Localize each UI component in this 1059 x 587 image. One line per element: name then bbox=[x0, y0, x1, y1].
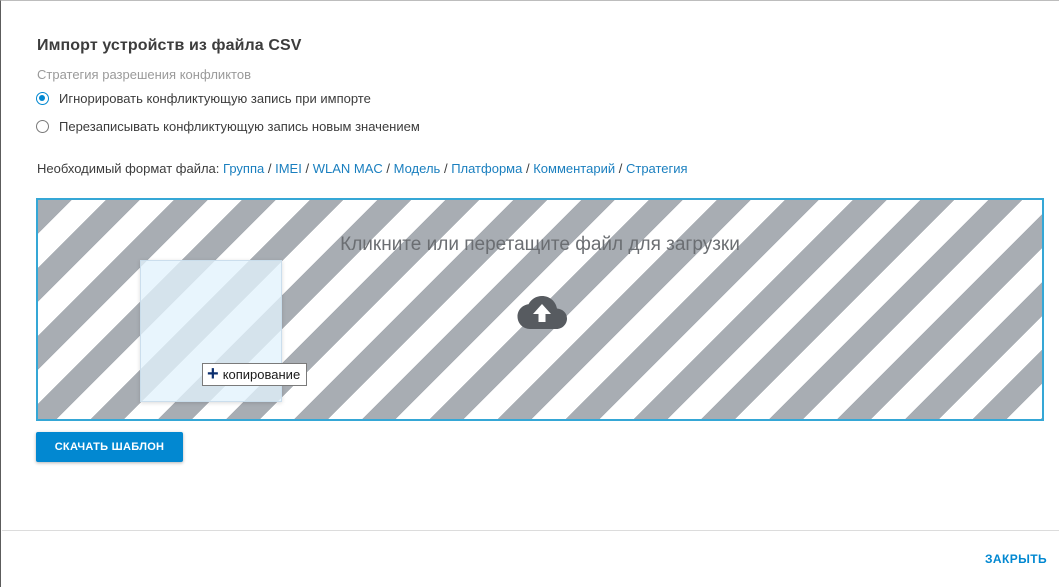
format-field-strategy[interactable]: Стратегия bbox=[626, 161, 688, 176]
download-template-button[interactable]: СКАЧАТЬ ШАБЛОН bbox=[36, 432, 183, 462]
option-overwrite-label: Перезаписывать конфликтующую запись новы… bbox=[59, 119, 420, 134]
dialog-title: Импорт устройств из файла CSV bbox=[37, 37, 302, 54]
format-field-imei[interactable]: IMEI bbox=[275, 161, 302, 176]
format-separator: / bbox=[386, 161, 391, 176]
format-field-model[interactable]: Модель bbox=[394, 161, 441, 176]
format-separator: / bbox=[305, 161, 310, 176]
format-field-comment[interactable]: Комментарий bbox=[533, 161, 615, 176]
format-separator: / bbox=[443, 161, 448, 176]
cloud-upload-icon bbox=[517, 296, 567, 329]
format-separator: / bbox=[525, 161, 530, 176]
drag-copy-label: копирование bbox=[222, 367, 301, 382]
plus-icon: + bbox=[207, 362, 219, 385]
dropzone-text: Кликните или перетащите файл для загрузк… bbox=[340, 234, 740, 255]
import-dialog: Импорт устройств из файла CSV Стратегия … bbox=[0, 0, 1059, 587]
file-dropzone[interactable]: Кликните или перетащите файл для загрузк… bbox=[36, 198, 1044, 421]
format-separator: / bbox=[618, 161, 623, 176]
option-overwrite-conflict[interactable]: Перезаписывать конфликтующую запись новы… bbox=[36, 119, 420, 134]
radio-unchecked-icon[interactable] bbox=[36, 120, 49, 133]
format-separator: / bbox=[267, 161, 272, 176]
format-field-group[interactable]: Группа bbox=[223, 161, 264, 176]
radio-checked-icon[interactable] bbox=[36, 92, 49, 105]
close-button[interactable]: ЗАКРЫТЬ bbox=[985, 552, 1047, 566]
format-field-platform[interactable]: Платформа bbox=[451, 161, 522, 176]
option-ignore-conflict[interactable]: Игнорировать конфликтующую запись при им… bbox=[36, 91, 371, 106]
conflict-strategy-label: Стратегия разрешения конфликтов bbox=[37, 67, 251, 82]
drag-copy-tooltip: + копирование bbox=[202, 362, 308, 386]
option-ignore-label: Игнорировать конфликтующую запись при им… bbox=[59, 91, 371, 106]
format-prefix: Необходимый формат файла: bbox=[37, 161, 220, 176]
footer-divider bbox=[2, 530, 1059, 531]
format-field-wlan-mac[interactable]: WLAN MAC bbox=[313, 161, 383, 176]
required-format: Необходимый формат файла: Группа / IMEI … bbox=[37, 161, 688, 176]
